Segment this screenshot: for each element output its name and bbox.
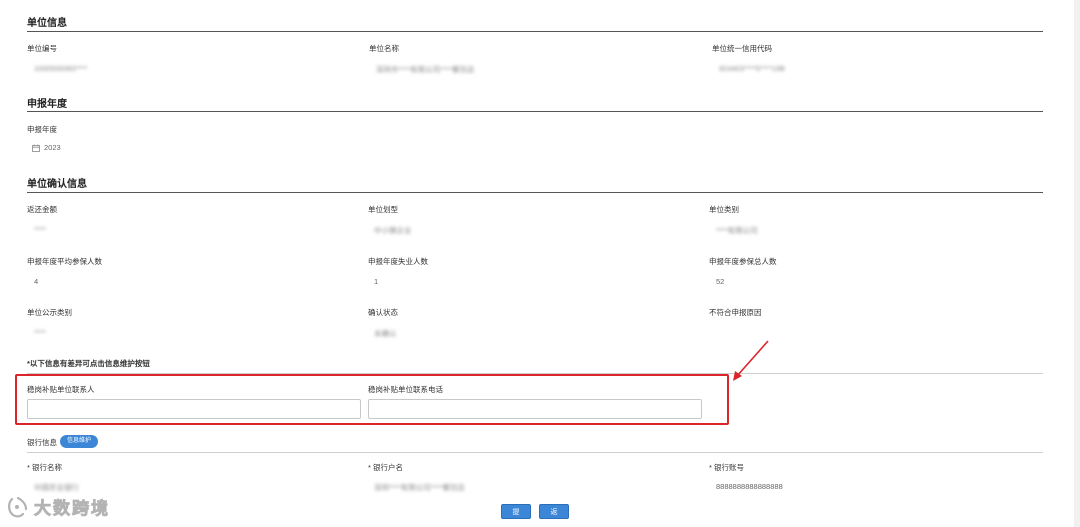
avg-insured-label: 申报年度平均参保人数 [27, 257, 102, 266]
maintenance-hint: *以下信息有差异可点击信息维护按钮 [27, 359, 150, 368]
public-category-label: 单位公示类别 [27, 308, 72, 317]
info-maintenance-button[interactable]: 信息维护 [60, 435, 99, 448]
vertical-scrollbar[interactable] [1074, 0, 1080, 527]
account-no-value: 8888888888888888 [716, 482, 783, 491]
avg-insured-value: 4 [34, 277, 39, 286]
section-divider [27, 111, 1043, 112]
watermark-text: 大数跨境 [34, 499, 110, 519]
unemployed-label: 申报年度失业人数 [368, 257, 428, 266]
account-no-label: * 银行账号 [709, 463, 745, 472]
account-name-label: * 银行户名 [368, 463, 404, 472]
total-insured-value: 52 [716, 277, 725, 286]
unemployed-value: 1 [374, 277, 379, 286]
contact-phone-label: 稳岗补贴单位联系电话 [368, 385, 443, 394]
refund-value: **** [34, 225, 46, 234]
back-button[interactable]: 返回 [539, 504, 569, 527]
bank-name-label: * 银行名称 [27, 463, 63, 472]
unit-no-value: 1000500083**** [34, 64, 88, 73]
contact-person-input[interactable] [27, 399, 361, 419]
reason-label: 不符合申报原因 [709, 308, 762, 317]
public-category-value: **** [34, 328, 46, 337]
submit-button[interactable]: 提交 [501, 504, 531, 527]
bank-divider [27, 452, 1043, 453]
calendar-icon [32, 144, 40, 152]
watermark-logo: 大数跨境 [6, 494, 110, 519]
section-title-declare-year: 申报年度 [27, 99, 67, 110]
status-label: 确认状态 [368, 308, 398, 317]
unit-name-label: 单位名称 [369, 44, 399, 53]
account-name-value: 深圳****有限公司****餐饮店 [374, 483, 465, 492]
status-value: 未确认 [374, 329, 397, 338]
credit-code-value: 924403****5****19B [719, 64, 785, 73]
declare-year-value: 2023 [44, 143, 61, 152]
red-arrow-icon [733, 340, 769, 381]
bank-section-label: 银行信息 [27, 438, 57, 447]
contact-person-field[interactable] [28, 400, 360, 418]
category-value: ****有限公司 [716, 226, 758, 235]
section-divider [27, 31, 1043, 32]
contact-phone-input[interactable] [368, 399, 702, 419]
brand-logo-icon [8, 496, 28, 517]
bank-name-value: 中国农业银行 [34, 483, 79, 492]
category-label: 单位类别 [709, 205, 739, 214]
scale-value: 中小微企业 [374, 226, 412, 235]
declare-year-field[interactable]: 2023 [32, 143, 61, 152]
total-insured-label: 申报年度参保总人数 [709, 257, 777, 266]
scale-label: 单位划型 [368, 205, 398, 214]
section-divider [27, 192, 1043, 193]
contact-person-label: 稳岗补贴单位联系人 [27, 385, 95, 394]
section-title-confirm-info: 单位确认信息 [27, 179, 87, 190]
section-title-unit-info: 单位信息 [27, 18, 67, 29]
contact-phone-field[interactable] [369, 400, 701, 418]
unit-name-value: 深圳市****有限公司****餐饮店 [376, 65, 475, 74]
refund-label: 返还金额 [27, 205, 57, 214]
declare-year-label: 申报年度 [27, 125, 57, 134]
credit-code-label: 单位统一信用代码 [712, 44, 772, 53]
unit-no-label: 单位编号 [27, 44, 57, 53]
